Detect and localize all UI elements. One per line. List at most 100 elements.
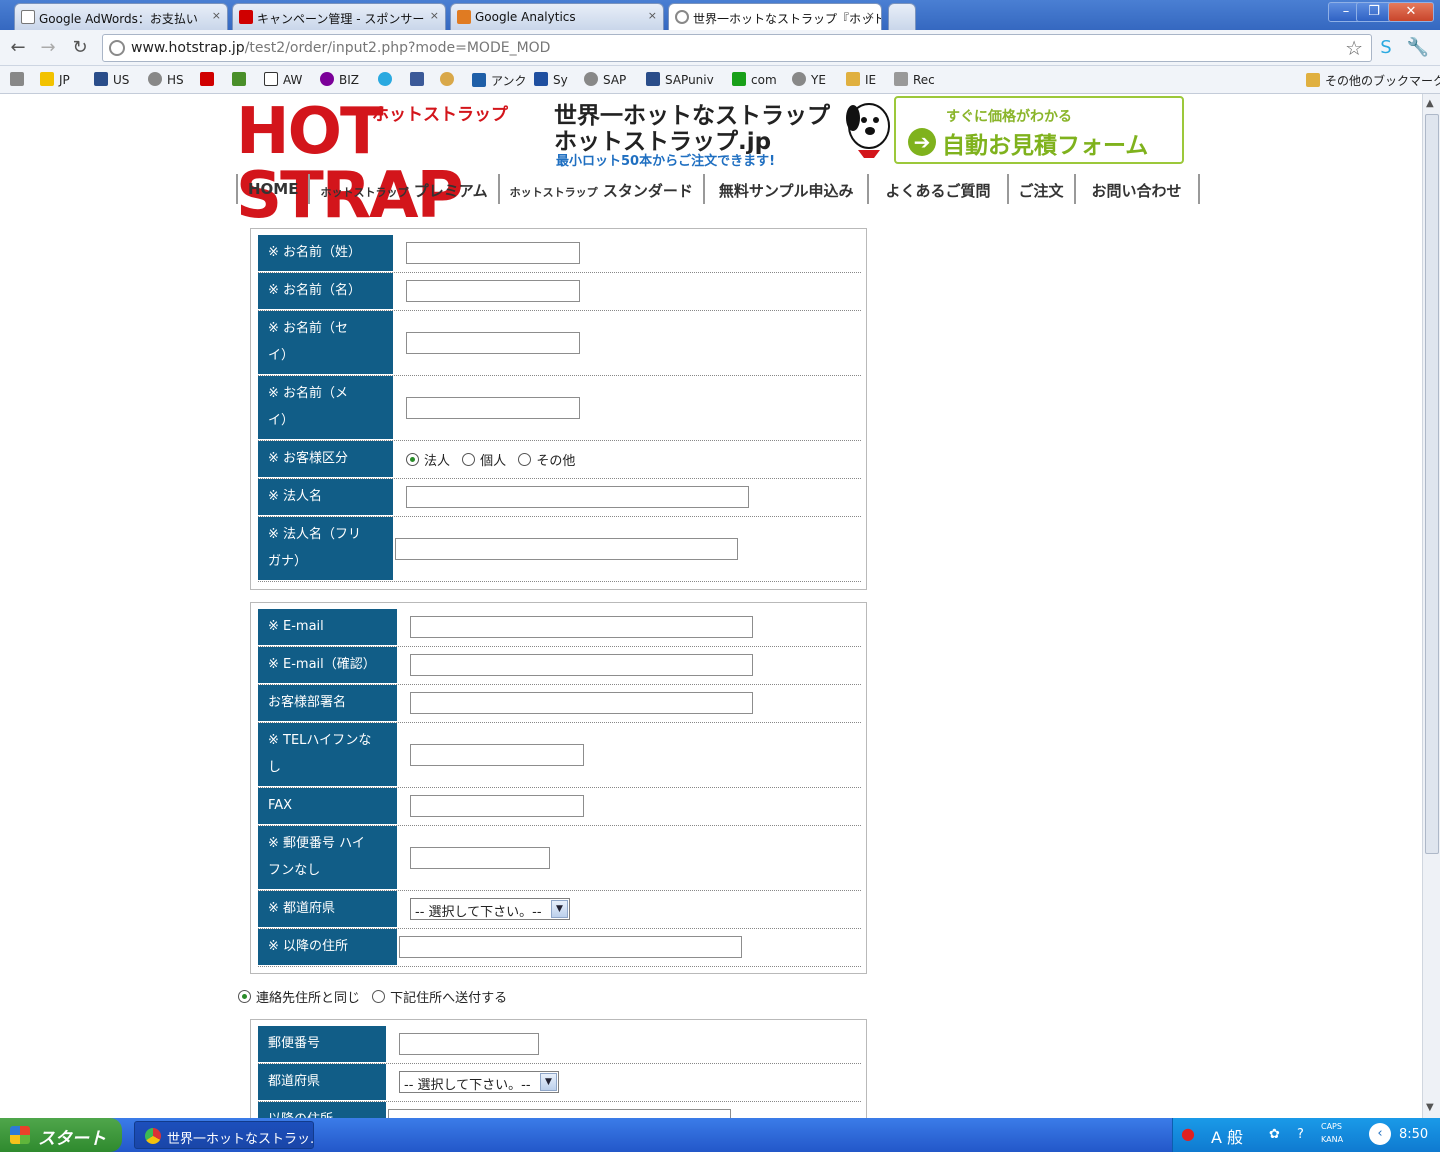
nav-home[interactable]: HOME xyxy=(236,174,308,204)
last-name-kana-input[interactable] xyxy=(406,332,580,354)
bookmark-item[interactable] xyxy=(440,72,459,87)
first-name-kana-input[interactable] xyxy=(406,397,580,419)
nav-faq[interactable]: よくあるご質問 xyxy=(867,174,1006,204)
close-icon[interactable]: × xyxy=(430,9,439,22)
nav-free-sample[interactable]: 無料サンプル申込み xyxy=(702,174,868,204)
address-input[interactable] xyxy=(399,936,742,958)
scrollbar-thumb[interactable] xyxy=(1425,114,1439,854)
email-input[interactable] xyxy=(410,616,753,638)
bookmark-item[interactable]: アンク xyxy=(472,72,527,89)
ship-postal-input[interactable] xyxy=(399,1033,539,1055)
tab-adwords[interactable]: Google AdWords：お支払い × xyxy=(14,3,228,30)
reload-icon[interactable]: ↻ xyxy=(68,36,92,60)
bookmark-item[interactable] xyxy=(232,72,251,87)
maximize-button[interactable]: ❐ xyxy=(1356,2,1392,22)
chevron-left-icon[interactable]: ‹ xyxy=(1369,1123,1391,1145)
bookmark-item[interactable]: AW xyxy=(264,72,302,87)
taskbar-window-chrome[interactable]: 世界一ホットなストラッ... xyxy=(134,1121,314,1149)
nav-label: HOME xyxy=(248,180,299,198)
bookmark-item[interactable]: JP xyxy=(40,72,70,87)
ship-prefecture-select[interactable]: -- 選択して下さい。-- ▼ xyxy=(399,1071,559,1093)
field-label: ※ お名前（名） xyxy=(258,273,393,309)
help-icon[interactable]: ? xyxy=(1297,1127,1304,1142)
radio-other[interactable] xyxy=(518,453,532,466)
radio-same-address[interactable] xyxy=(238,990,251,1003)
company-kana-input[interactable] xyxy=(395,538,738,560)
tray-app-icon[interactable]: ✿ xyxy=(1269,1127,1280,1142)
tab-hotstrap[interactable]: 世界一ホットなストラップ『ホット × xyxy=(668,3,882,30)
bookmark-item[interactable] xyxy=(200,72,219,87)
company-input[interactable] xyxy=(406,486,749,508)
tab-campaign[interactable]: キャンペーン管理 - スポンサー × xyxy=(232,3,446,30)
address-bar[interactable]: www.hotstrap.jp/test2/order/input2.php?m… xyxy=(102,34,1372,62)
field-label: ※ 都道府県 xyxy=(258,891,397,927)
bookmark-item[interactable]: com xyxy=(732,72,777,87)
caps-indicator: CAPS xyxy=(1321,1122,1342,1131)
skype-icon[interactable]: S xyxy=(1374,36,1398,60)
back-arrow-icon[interactable]: ← xyxy=(6,36,30,60)
ime-indicator[interactable]: A 般 xyxy=(1211,1124,1243,1148)
radio-label: 個人 xyxy=(480,454,507,469)
field-label-line: イ） xyxy=(268,348,295,363)
select-value: -- 選択して下さい。-- xyxy=(415,905,542,920)
forward-arrow-icon[interactable]: → xyxy=(36,36,60,60)
first-name-input[interactable] xyxy=(406,280,580,302)
ship-address-input[interactable] xyxy=(388,1109,731,1118)
bookmark-item[interactable]: BIZ xyxy=(320,72,359,87)
tab-analytics[interactable]: Google Analytics × xyxy=(450,3,664,30)
bookmark-item[interactable] xyxy=(378,72,397,87)
close-icon[interactable]: × xyxy=(212,9,221,22)
bookmark-item[interactable]: Sy xyxy=(534,72,568,87)
field-label-line: ※ 郵便番号 ハイ xyxy=(268,836,365,851)
nav-order[interactable]: ご注文 xyxy=(1006,174,1074,204)
close-icon[interactable]: × xyxy=(866,9,875,22)
auto-estimate-banner[interactable]: すぐに価格がわかる ➔ 自動お見積フォーム xyxy=(894,96,1184,164)
bookmark-item[interactable] xyxy=(410,72,429,87)
nav-label: お問い合わせ xyxy=(1091,182,1182,200)
nav-standard[interactable]: ホットストラップ スタンダード xyxy=(497,174,703,204)
last-name-input[interactable] xyxy=(406,242,580,264)
start-button[interactable]: スタート xyxy=(0,1118,122,1152)
bookmark-item[interactable]: US xyxy=(94,72,129,87)
prefecture-select[interactable]: -- 選択して下さい。-- ▼ xyxy=(410,898,570,920)
globe-icon xyxy=(675,10,689,24)
scroll-up-icon[interactable]: ▲ xyxy=(1426,98,1434,109)
estimate-title: 自動お見積フォーム xyxy=(942,133,1149,159)
tel-input[interactable] xyxy=(410,744,584,766)
kana-indicator: KANA xyxy=(1321,1135,1344,1144)
bookmark-item[interactable]: HS xyxy=(148,72,184,87)
other-bookmarks[interactable]: その他のブックマーク xyxy=(1306,72,1440,89)
close-window-button[interactable]: ✕ xyxy=(1388,2,1434,22)
bookmark-item[interactable] xyxy=(10,72,29,87)
star-icon[interactable]: ☆ xyxy=(1345,36,1363,60)
radio-other-address[interactable] xyxy=(372,990,386,1003)
close-icon[interactable]: × xyxy=(648,9,657,22)
radio-individual[interactable] xyxy=(462,453,476,466)
security-icon[interactable]: ● xyxy=(1181,1124,1195,1143)
postal-code-input[interactable] xyxy=(410,847,550,869)
browser-toolbar: ← → ↻ www.hotstrap.jp/test2/order/input2… xyxy=(0,30,1440,66)
radio-label: 法人 xyxy=(424,454,451,469)
nav-label-small: ホットストラップ xyxy=(509,186,598,199)
hotstrap-logo[interactable]: HOT STRAP ホットストラップ xyxy=(236,98,546,228)
bookmark-item[interactable]: YE xyxy=(792,72,826,87)
yahoo-icon xyxy=(200,72,214,86)
bookmark-item[interactable]: SAP xyxy=(584,72,626,87)
nav-premium[interactable]: ホットストラップ プレミアム xyxy=(308,174,497,204)
tab-strip: Google AdWords：お支払い × キャンペーン管理 - スポンサー ×… xyxy=(0,0,1440,30)
bookmark-icon xyxy=(10,72,24,86)
radio-corporate[interactable] xyxy=(406,453,419,466)
google-icon xyxy=(264,72,278,86)
scroll-down-icon[interactable]: ▼ xyxy=(1426,1102,1434,1113)
bookmark-item[interactable]: SAPuniv xyxy=(646,72,714,87)
bookmark-item[interactable]: Rec xyxy=(894,72,935,87)
department-input[interactable] xyxy=(410,692,753,714)
email-confirm-input[interactable] xyxy=(410,654,753,676)
page-scrollbar[interactable]: ▲ ▼ xyxy=(1422,94,1440,1118)
nav-contact[interactable]: お問い合わせ xyxy=(1073,174,1200,204)
wrench-icon[interactable]: 🔧 xyxy=(1406,36,1430,60)
new-tab-button[interactable] xyxy=(888,3,916,30)
bookmark-item[interactable]: IE xyxy=(846,72,876,87)
fax-input[interactable] xyxy=(410,795,584,817)
field-label-line: し xyxy=(268,760,282,775)
